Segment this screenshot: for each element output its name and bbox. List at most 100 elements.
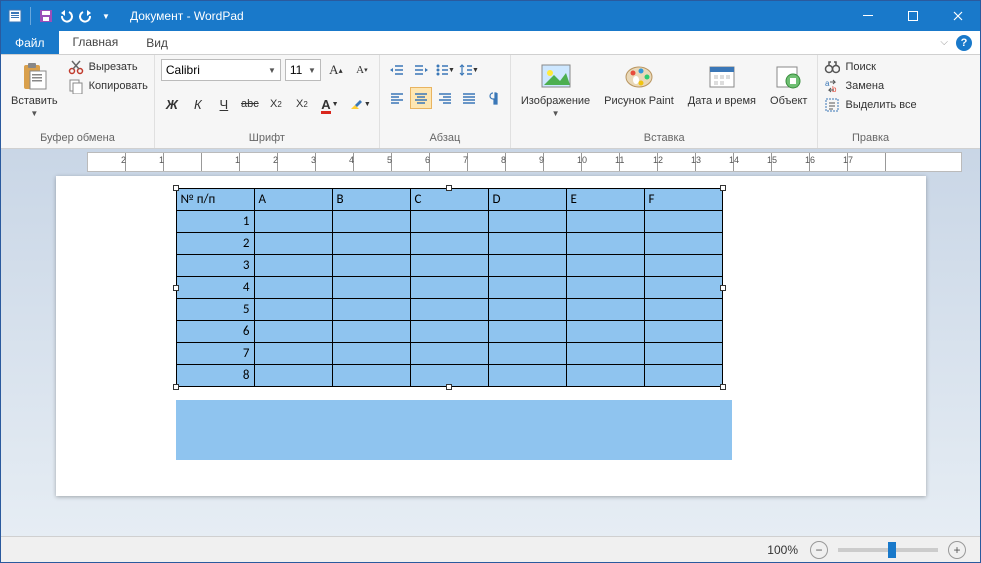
redo-icon[interactable] bbox=[78, 8, 94, 24]
align-right-button[interactable] bbox=[434, 87, 456, 109]
table-cell[interactable] bbox=[488, 343, 566, 365]
qat-customize-icon[interactable]: ▼ bbox=[98, 8, 114, 24]
highlight-button[interactable]: ▼ bbox=[347, 93, 373, 115]
table-cell[interactable] bbox=[332, 211, 410, 233]
table-header-cell[interactable]: D bbox=[488, 189, 566, 211]
table-cell[interactable] bbox=[410, 211, 488, 233]
table-cell[interactable] bbox=[254, 277, 332, 299]
save-icon[interactable] bbox=[38, 8, 54, 24]
table-cell[interactable]: 4 bbox=[176, 277, 254, 299]
selection-handle[interactable] bbox=[720, 384, 726, 390]
table-cell[interactable] bbox=[254, 255, 332, 277]
line-spacing-button[interactable]: ▼ bbox=[458, 59, 480, 81]
table-cell[interactable] bbox=[566, 277, 644, 299]
font-size-combo[interactable]: 11 ▼ bbox=[285, 59, 321, 81]
table-cell[interactable] bbox=[644, 343, 722, 365]
table-cell[interactable]: 1 bbox=[176, 211, 254, 233]
zoom-in-button[interactable]: + bbox=[948, 541, 966, 559]
table-cell[interactable] bbox=[566, 211, 644, 233]
table-cell[interactable] bbox=[254, 211, 332, 233]
table-cell[interactable] bbox=[332, 233, 410, 255]
italic-button[interactable]: К bbox=[187, 93, 209, 115]
font-family-combo[interactable]: Calibri ▼ bbox=[161, 59, 281, 81]
paragraph-dialog-button[interactable] bbox=[482, 87, 504, 109]
selectall-button[interactable]: Выделить все bbox=[824, 97, 916, 113]
table-cell[interactable] bbox=[332, 321, 410, 343]
table-cell[interactable] bbox=[410, 233, 488, 255]
table-header-cell[interactable]: C bbox=[410, 189, 488, 211]
shrink-font-button[interactable]: A▾ bbox=[351, 59, 373, 81]
table-cell[interactable] bbox=[332, 255, 410, 277]
table-cell[interactable] bbox=[644, 211, 722, 233]
table-cell[interactable] bbox=[644, 321, 722, 343]
bullet-list-button[interactable]: ▼ bbox=[434, 59, 456, 81]
superscript-button[interactable]: X2 bbox=[291, 93, 313, 115]
copy-button[interactable]: Копировать bbox=[68, 78, 148, 94]
table-cell[interactable] bbox=[254, 233, 332, 255]
table-cell[interactable] bbox=[254, 299, 332, 321]
selection-handle[interactable] bbox=[446, 185, 452, 191]
subscript-button[interactable]: X2 bbox=[265, 93, 287, 115]
table-cell[interactable]: 2 bbox=[176, 233, 254, 255]
strikethrough-button[interactable]: abc bbox=[239, 93, 261, 115]
table-cell[interactable] bbox=[488, 211, 566, 233]
table-cell[interactable] bbox=[410, 277, 488, 299]
cut-button[interactable]: Вырезать bbox=[68, 59, 148, 75]
document-page[interactable]: № п/пABCDEF12345678 bbox=[56, 176, 926, 496]
selection-handle[interactable] bbox=[173, 384, 179, 390]
selection-handle[interactable] bbox=[173, 185, 179, 191]
insert-image-button[interactable]: Изображение ▼ bbox=[517, 59, 594, 120]
tab-file[interactable]: Файл bbox=[1, 31, 59, 54]
table-cell[interactable] bbox=[566, 255, 644, 277]
table-cell[interactable] bbox=[566, 299, 644, 321]
align-left-button[interactable] bbox=[386, 87, 408, 109]
bold-button[interactable]: Ж bbox=[161, 93, 183, 115]
table-cell[interactable] bbox=[566, 321, 644, 343]
ruler[interactable]: 3211234567891011121314151617 bbox=[87, 152, 962, 172]
table-cell[interactable] bbox=[566, 343, 644, 365]
table-cell[interactable] bbox=[566, 365, 644, 387]
decrease-indent-button[interactable] bbox=[386, 59, 408, 81]
grow-font-button[interactable]: A▴ bbox=[325, 59, 347, 81]
minimize-button[interactable] bbox=[845, 1, 890, 31]
table-cell[interactable] bbox=[332, 343, 410, 365]
replace-button[interactable]: ab Замена bbox=[824, 78, 916, 94]
font-color-button[interactable]: A▼ bbox=[317, 93, 343, 115]
ribbon-collapse-icon[interactable]: ⌵ bbox=[940, 37, 948, 48]
table-header-cell[interactable]: № п/п bbox=[176, 189, 254, 211]
increase-indent-button[interactable] bbox=[410, 59, 432, 81]
table-cell[interactable] bbox=[410, 299, 488, 321]
tab-view[interactable]: Вид bbox=[132, 31, 182, 54]
table-cell[interactable] bbox=[488, 255, 566, 277]
table-cell[interactable] bbox=[644, 233, 722, 255]
underline-button[interactable]: Ч bbox=[213, 93, 235, 115]
close-button[interactable] bbox=[935, 1, 980, 31]
table-cell[interactable] bbox=[644, 365, 722, 387]
tab-home[interactable]: Главная bbox=[59, 31, 133, 54]
table-cell[interactable] bbox=[488, 321, 566, 343]
table-cell[interactable] bbox=[488, 277, 566, 299]
selection-handle[interactable] bbox=[173, 285, 179, 291]
table-cell[interactable]: 5 bbox=[176, 299, 254, 321]
table-cell[interactable] bbox=[332, 365, 410, 387]
table-cell[interactable]: 6 bbox=[176, 321, 254, 343]
align-justify-button[interactable] bbox=[458, 87, 480, 109]
insert-datetime-button[interactable]: Дата и время bbox=[684, 59, 760, 109]
table-cell[interactable] bbox=[410, 343, 488, 365]
selection-handle[interactable] bbox=[720, 285, 726, 291]
table-cell[interactable] bbox=[644, 299, 722, 321]
table-cell[interactable] bbox=[410, 255, 488, 277]
find-button[interactable]: Поиск bbox=[824, 59, 916, 75]
table-cell[interactable] bbox=[488, 299, 566, 321]
zoom-slider-thumb[interactable] bbox=[888, 542, 896, 558]
table-cell[interactable]: 7 bbox=[176, 343, 254, 365]
table-cell[interactable]: 3 bbox=[176, 255, 254, 277]
selection-handle[interactable] bbox=[446, 384, 452, 390]
table-cell[interactable] bbox=[644, 277, 722, 299]
table-cell[interactable] bbox=[488, 365, 566, 387]
table-cell[interactable]: 8 bbox=[176, 365, 254, 387]
table-cell[interactable] bbox=[332, 299, 410, 321]
table-cell[interactable] bbox=[254, 365, 332, 387]
selection-handle[interactable] bbox=[720, 185, 726, 191]
insert-paint-button[interactable]: Рисунок Paint bbox=[600, 59, 678, 109]
